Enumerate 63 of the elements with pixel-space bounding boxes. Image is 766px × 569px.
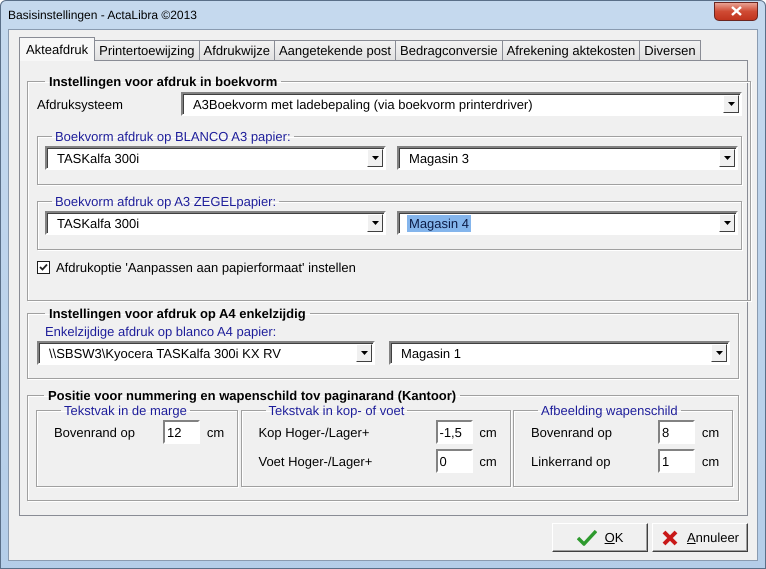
dropdown-arrow-icon <box>372 221 378 225</box>
dropdown[interactable]: Magasin 4 <box>397 211 738 235</box>
dropdown-button[interactable] <box>719 149 735 167</box>
group-title: Tekstvak in de marge <box>63 403 188 418</box>
tab[interactable]: Afdrukwijze <box>198 40 275 60</box>
checkmark-icon <box>576 528 597 546</box>
field-label: Linkerrand op <box>531 454 612 468</box>
dropdown-arrow-icon <box>724 221 730 225</box>
input-field[interactable]: 0 <box>436 449 472 473</box>
input-field[interactable]: 1 <box>658 449 695 473</box>
tab[interactable]: Akteafdruk <box>19 37 96 61</box>
unit-label: cm <box>700 424 720 440</box>
dropdown-button[interactable] <box>356 344 372 362</box>
field-label: Voet Hoger-/Lager+ <box>258 454 374 468</box>
dropdown[interactable]: A3Boekvorm met ladebepaling (via boekvorm printerdriver) <box>181 92 742 116</box>
tab[interactable]: Diversen <box>639 40 701 60</box>
group-title: Enkelzijdige afdruk op blanco A4 papier: <box>45 324 278 339</box>
tab[interactable]: Printertoewijzing <box>94 40 200 60</box>
checkmark-icon <box>39 263 48 272</box>
dropdown-arrow-icon <box>724 156 730 160</box>
group-title: Instellingen voor afdruk in boekvorm <box>48 74 278 89</box>
group-title: Instellingen voor afdruk op A4 enkelzijdig <box>48 306 307 321</box>
group-title: Boekvorm afdruk op A3 ZEGELpapier: <box>54 194 278 209</box>
dropdown-button[interactable] <box>367 149 383 167</box>
group-title: Afbeelding wapenschild <box>540 403 679 418</box>
dropdown[interactable]: TASKalfa 300i <box>45 211 386 235</box>
dropdown-arrow-icon <box>360 351 368 355</box>
dropdown[interactable]: TASKalfa 300i <box>45 146 386 170</box>
window-title: Basisinstellingen - ActaLibra ©2013 <box>8 8 197 22</box>
field-label: Bovenrand op <box>531 424 613 440</box>
dropdown-button[interactable] <box>719 214 735 232</box>
dropdown[interactable]: Magasin 3 <box>397 146 738 170</box>
tab[interactable]: Afrekening aktekosten <box>502 40 640 60</box>
input-field[interactable]: 8 <box>658 420 695 444</box>
unit-label: cm <box>478 454 498 468</box>
checkbox[interactable] <box>37 261 50 274</box>
tab[interactable]: Bedragconversie <box>395 40 503 60</box>
close-icon <box>730 6 742 16</box>
dropdown-button[interactable] <box>367 214 383 232</box>
input-field[interactable]: 12 <box>163 420 200 444</box>
dropdown[interactable]: Magasin 1 <box>389 341 730 365</box>
dropdown[interactable]: \\SBSW3\Kyocera TASKalfa 300i KX RV <box>37 341 375 365</box>
close-button[interactable] <box>714 2 758 20</box>
group-title: Tekstvak in kop- of voet <box>268 403 406 418</box>
cross-icon <box>660 528 679 546</box>
dropdown-button[interactable] <box>711 344 727 362</box>
cancel-button[interactable]: Annuleer <box>652 523 748 552</box>
field-label: Kop Hoger-/Lager+ <box>258 424 370 440</box>
tab[interactable]: Aangetekende post <box>274 40 396 60</box>
dropdown-arrow-icon <box>728 102 734 106</box>
unit-label: cm <box>478 424 498 440</box>
group-title: Boekvorm afdruk op BLANCO A3 papier: <box>54 129 292 144</box>
unit-label: cm <box>206 424 226 440</box>
dropdown-arrow-icon <box>716 351 722 355</box>
field-label: Afdruksysteem <box>37 96 124 112</box>
checkbox-label: Afdrukoptie 'Aanpassen aan papierformaat' instellen <box>56 260 356 275</box>
group-title: Positie voor nummering en wapenschild tov paginarand (Kantoor) <box>47 388 458 403</box>
dropdown-arrow-icon <box>372 156 378 160</box>
unit-label: cm <box>700 454 720 468</box>
input-field[interactable]: -1,5 <box>436 420 472 444</box>
field-label: Bovenrand op <box>54 424 136 440</box>
dropdown-button[interactable] <box>723 95 739 113</box>
ok-button[interactable]: OK <box>552 523 648 552</box>
